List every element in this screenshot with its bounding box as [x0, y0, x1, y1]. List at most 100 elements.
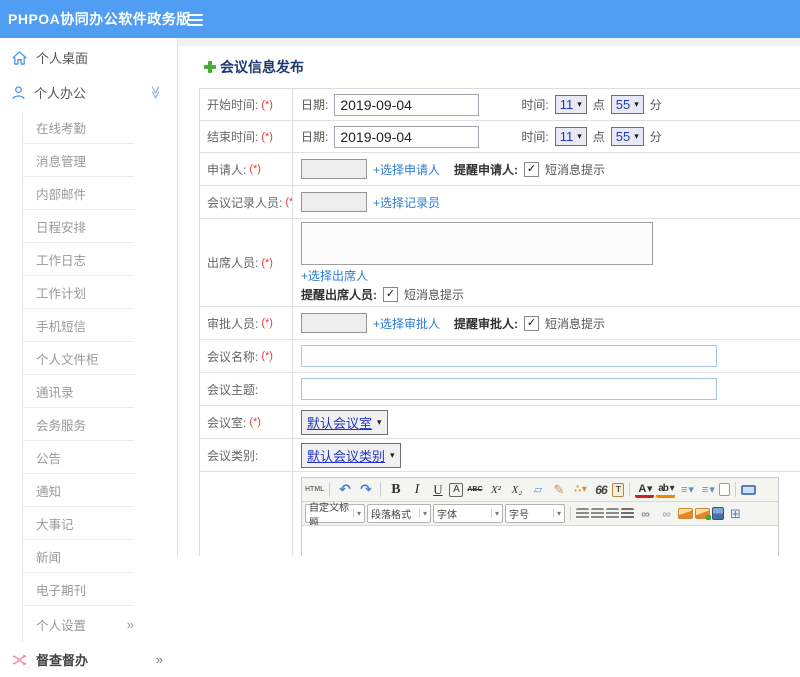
- blockquote-icon[interactable]: 66: [591, 480, 610, 499]
- required-mark: (*): [261, 317, 273, 329]
- image-upload-icon[interactable]: [695, 508, 711, 520]
- subscript-icon[interactable]: X₂: [507, 480, 526, 499]
- sidebar-item[interactable]: 内部邮件: [23, 177, 134, 210]
- caret-down-icon: ▾: [634, 99, 639, 109]
- form-row-end-time: 结束时间: (*) 日期: 时间: 11 ▾ 点 55 ▾: [200, 121, 800, 153]
- sidebar-item[interactable]: 在线考勤: [23, 111, 134, 144]
- editor-content-area[interactable]: [302, 526, 778, 556]
- font-size-select[interactable]: 字号: [505, 504, 565, 523]
- sms-checkbox[interactable]: ✓: [383, 287, 398, 302]
- new-page-icon[interactable]: [719, 483, 731, 496]
- menu-icon[interactable]: [187, 14, 203, 26]
- sidebar-item[interactable]: 工作计划: [23, 276, 134, 309]
- strikethrough-icon[interactable]: ABC: [465, 480, 484, 499]
- sidebar-item[interactable]: 新闻: [23, 540, 134, 573]
- sidebar-item[interactable]: 公告: [23, 441, 134, 474]
- meeting-name-input[interactable]: [301, 345, 717, 367]
- table-icon[interactable]: ⊞: [726, 504, 745, 523]
- start-minute-select[interactable]: 55 ▾: [610, 95, 644, 114]
- select-applicant-link[interactable]: +选择申请人: [373, 161, 440, 178]
- meeting-category-select[interactable]: 默认会议类别 ▾: [301, 442, 401, 468]
- bold-icon[interactable]: B: [386, 480, 405, 499]
- attendees-textarea[interactable]: [301, 222, 653, 265]
- meeting-room-select[interactable]: 默认会议室 ▾: [301, 409, 388, 435]
- format-brush-icon[interactable]: ✎: [549, 480, 568, 499]
- home-icon: [12, 50, 27, 65]
- recorder-input[interactable]: [301, 192, 367, 212]
- paragraph-format-select[interactable]: 段落格式: [367, 504, 431, 523]
- caret-down-icon: ▾: [577, 131, 582, 141]
- media-icon[interactable]: [712, 507, 724, 520]
- end-minute-select[interactable]: 55 ▾: [610, 127, 644, 146]
- font-color-icon[interactable]: A ▾: [635, 482, 655, 498]
- person-icon: [12, 85, 25, 99]
- sidebar-item-desktop[interactable]: 个人桌面: [0, 40, 177, 75]
- sidebar-item[interactable]: 会务服务: [23, 408, 134, 441]
- sidebar-item-label: 个人办公: [34, 86, 87, 101]
- align-center-icon[interactable]: [591, 508, 604, 519]
- rich-text-editor: HTML ↶ ↷ B I U A ABC X² X₂ ▱ ✎ ∴ ▾ 66 T A ▾ ab ▾ ≡ ▾ ≡ ▾ 自…: [301, 477, 779, 556]
- sidebar-item[interactable]: 电子期刊: [23, 573, 134, 606]
- font-family-select[interactable]: 字体: [433, 504, 503, 523]
- sidebar-item[interactable]: 个人文件柜: [23, 342, 134, 375]
- font-frame-icon[interactable]: A: [449, 482, 464, 497]
- select-attendees-link[interactable]: +选择出席人: [301, 267, 368, 284]
- meeting-form: 开始时间: (*) 日期: 时间: 11 ▾ 点 55 ▾: [199, 88, 800, 556]
- shuffle-icon: [12, 653, 27, 666]
- end-date-input[interactable]: [334, 125, 480, 148]
- page-title: 会议信息发布: [204, 58, 800, 76]
- auto-typeset-icon[interactable]: ∴ ▾: [570, 480, 589, 499]
- unordered-list-icon[interactable]: ≡ ▾: [698, 480, 717, 499]
- sidebar-item[interactable]: 日程安排: [23, 210, 134, 243]
- anchor-icon[interactable]: ∞: [657, 504, 676, 523]
- underline-icon[interactable]: U: [428, 480, 447, 499]
- editor-toolbar-row1: HTML ↶ ↷ B I U A ABC X² X₂ ▱ ✎ ∴ ▾ 66 T A ▾ ab ▾ ≡ ▾ ≡ ▾: [302, 478, 778, 502]
- sidebar-item-label: 督查督办: [36, 653, 89, 668]
- sidebar-item[interactable]: 工作日志: [23, 243, 134, 276]
- form-row-content: HTML ↶ ↷ B I U A ABC X² X₂ ▱ ✎ ∴ ▾ 66 T A ▾ ab ▾ ≡ ▾ ≡ ▾ 自…: [200, 472, 800, 556]
- sidebar-item[interactable]: 大事记: [23, 507, 134, 540]
- image-icon[interactable]: [678, 508, 693, 519]
- ordered-list-icon[interactable]: ≡ ▾: [677, 480, 696, 499]
- toolbar-separator: [329, 482, 331, 497]
- highlight-color-icon[interactable]: ab ▾: [656, 482, 676, 498]
- approver-input[interactable]: [301, 313, 367, 333]
- sidebar-item-supervision[interactable]: 督查督办 »: [0, 642, 177, 677]
- fullscreen-icon[interactable]: [741, 484, 757, 495]
- sidebar-item[interactable]: 消息管理: [23, 144, 134, 177]
- remind-applicant-label: 提醒申请人:: [454, 162, 519, 177]
- start-hour-select[interactable]: 11 ▾: [554, 95, 587, 114]
- field-label: 会议记录人员:: [207, 195, 283, 210]
- sidebar-item-settings[interactable]: 个人设置 »: [22, 607, 134, 642]
- select-recorder-link[interactable]: +选择记录员: [373, 194, 440, 211]
- align-justify-icon[interactable]: [621, 508, 634, 519]
- start-date-input[interactable]: [334, 93, 480, 116]
- sms-checkbox[interactable]: ✓: [524, 161, 540, 177]
- italic-icon[interactable]: I: [407, 480, 426, 499]
- end-hour-select[interactable]: 11 ▾: [554, 127, 587, 146]
- select-approver-link[interactable]: +选择审批人: [373, 315, 440, 332]
- sidebar-item-office[interactable]: 个人办公 ≫: [0, 75, 177, 110]
- sidebar-item-label: 个人设置: [36, 619, 87, 633]
- field-label: 结束时间:: [207, 130, 259, 144]
- required-mark: (*): [261, 130, 273, 143]
- align-right-icon[interactable]: [606, 508, 619, 519]
- sidebar-item[interactable]: 通讯录: [23, 375, 134, 408]
- sidebar-item[interactable]: 通知: [23, 474, 134, 507]
- applicant-input[interactable]: [301, 159, 367, 179]
- sidebar-item[interactable]: 手机短信: [23, 309, 134, 342]
- link-icon[interactable]: ∞: [636, 504, 655, 523]
- sms-checkbox[interactable]: ✓: [524, 315, 540, 331]
- style-select[interactable]: 自定义标题: [305, 503, 365, 525]
- field-label: 申请人:: [207, 162, 247, 177]
- eraser-icon[interactable]: ▱: [528, 480, 547, 499]
- toolbar-separator: [380, 482, 382, 497]
- undo-icon[interactable]: ↶: [335, 480, 354, 499]
- paste-icon[interactable]: T: [612, 482, 625, 497]
- sms-label: 短消息提示: [545, 162, 606, 177]
- redo-icon[interactable]: ↷: [356, 480, 375, 499]
- superscript-icon[interactable]: X²: [486, 480, 505, 499]
- html-source-icon[interactable]: HTML: [305, 480, 324, 499]
- align-left-icon[interactable]: [576, 508, 589, 519]
- meeting-subject-input[interactable]: [301, 378, 717, 400]
